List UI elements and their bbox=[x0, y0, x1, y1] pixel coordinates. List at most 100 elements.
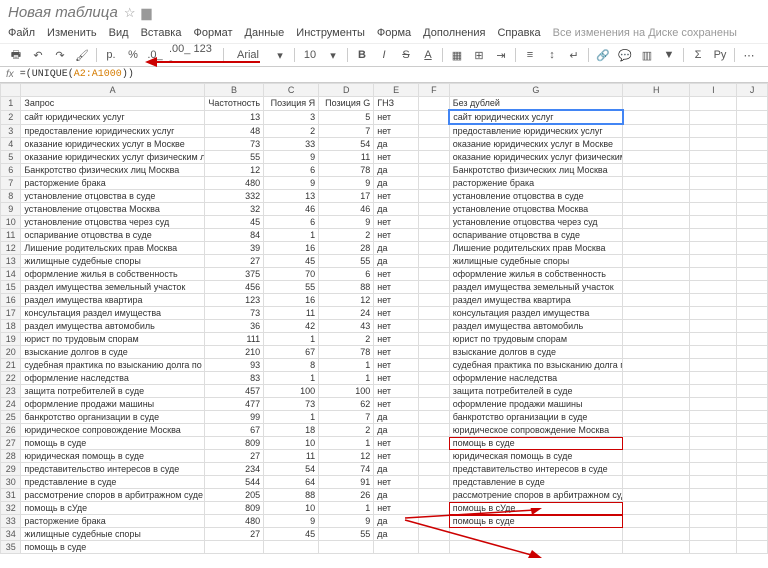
cell[interactable]: 10 bbox=[264, 502, 319, 515]
cell[interactable]: раздел имущества земельный участок bbox=[449, 281, 622, 294]
cell[interactable]: жилищные судебные споры bbox=[449, 255, 622, 268]
cell[interactable]: раздел имущества квартира bbox=[21, 294, 205, 307]
cell[interactable]: 55 bbox=[204, 151, 263, 164]
cell[interactable]: 67 bbox=[264, 346, 319, 359]
cell[interactable] bbox=[419, 502, 450, 515]
cell[interactable] bbox=[419, 138, 450, 151]
row-header[interactable]: 30 bbox=[1, 476, 21, 489]
cell[interactable] bbox=[419, 177, 450, 190]
cell[interactable]: Позиция Я bbox=[264, 97, 319, 111]
cell[interactable]: оформление жилья в собственность bbox=[21, 268, 205, 281]
cell[interactable] bbox=[623, 294, 690, 307]
cell[interactable]: 1 bbox=[264, 229, 319, 242]
cell[interactable] bbox=[419, 242, 450, 255]
cell[interactable] bbox=[419, 255, 450, 268]
cell[interactable]: да bbox=[374, 255, 419, 268]
cell[interactable]: установление отцовства в суде bbox=[21, 190, 205, 203]
col-I[interactable]: I bbox=[690, 84, 737, 97]
cell[interactable]: 9 bbox=[319, 177, 374, 190]
cell[interactable]: 93 bbox=[204, 359, 263, 372]
cell[interactable] bbox=[623, 489, 690, 502]
redo-icon[interactable]: ↷ bbox=[52, 47, 68, 63]
cell[interactable]: консультация раздел имущества bbox=[21, 307, 205, 320]
fill-color-icon[interactable]: ▦ bbox=[449, 47, 465, 63]
menu-edit[interactable]: Изменить bbox=[47, 27, 97, 39]
col-E[interactable]: E bbox=[374, 84, 419, 97]
cell[interactable]: 70 bbox=[264, 268, 319, 281]
cell[interactable] bbox=[623, 541, 690, 554]
row-header[interactable]: 18 bbox=[1, 320, 21, 333]
cell[interactable]: нет bbox=[374, 372, 419, 385]
cell[interactable]: 73 bbox=[204, 138, 263, 151]
cell[interactable]: 12 bbox=[319, 450, 374, 463]
print-icon[interactable]: 🖶 bbox=[8, 47, 24, 63]
cell[interactable]: 1 bbox=[264, 333, 319, 346]
cell[interactable] bbox=[623, 110, 690, 124]
cell[interactable]: 91 bbox=[319, 476, 374, 489]
cell[interactable]: 2 bbox=[319, 424, 374, 437]
percent-button[interactable]: % bbox=[125, 47, 141, 63]
cell[interactable]: 88 bbox=[264, 489, 319, 502]
cell[interactable] bbox=[623, 333, 690, 346]
cell[interactable]: помощь в сУде bbox=[449, 502, 622, 515]
cell[interactable]: да bbox=[374, 424, 419, 437]
row-header[interactable]: 23 bbox=[1, 385, 21, 398]
cell[interactable] bbox=[419, 97, 450, 111]
cell[interactable] bbox=[623, 203, 690, 216]
cell[interactable]: 1 bbox=[319, 502, 374, 515]
cell[interactable] bbox=[419, 203, 450, 216]
cell[interactable] bbox=[623, 242, 690, 255]
cell[interactable]: судебная практика по взысканию долга по … bbox=[449, 359, 622, 372]
cell[interactable]: нет bbox=[374, 450, 419, 463]
cell[interactable] bbox=[419, 528, 450, 541]
halign-icon[interactable]: ≡ bbox=[522, 47, 538, 63]
cell[interactable]: оформление продажи машины bbox=[449, 398, 622, 411]
menu-form[interactable]: Форма bbox=[377, 27, 411, 39]
cell[interactable]: 544 bbox=[204, 476, 263, 489]
valign-icon[interactable]: ↕ bbox=[544, 47, 560, 63]
cell[interactable] bbox=[419, 359, 450, 372]
cell[interactable] bbox=[419, 294, 450, 307]
cell[interactable]: оспаривание отцовства в суде bbox=[449, 229, 622, 242]
cell[interactable]: нет bbox=[374, 229, 419, 242]
cell[interactable]: Запрос bbox=[21, 97, 205, 111]
row-header[interactable]: 10 bbox=[1, 216, 21, 229]
cell[interactable]: 9 bbox=[264, 515, 319, 528]
cell[interactable] bbox=[419, 151, 450, 164]
col-G[interactable]: G bbox=[449, 84, 622, 97]
cell[interactable] bbox=[623, 124, 690, 138]
menu-help[interactable]: Справка bbox=[497, 27, 540, 39]
cell[interactable]: нет bbox=[374, 320, 419, 333]
row-header[interactable]: 1 bbox=[1, 97, 21, 111]
folder-icon[interactable]: ▆ bbox=[142, 5, 152, 21]
cell[interactable]: 24 bbox=[319, 307, 374, 320]
row-header[interactable]: 29 bbox=[1, 463, 21, 476]
cell[interactable] bbox=[419, 190, 450, 203]
formula-input[interactable]: =(UNIQUE(A2:A1000)) bbox=[20, 69, 762, 80]
cell[interactable]: нет bbox=[374, 307, 419, 320]
cell[interactable]: 234 bbox=[204, 463, 263, 476]
wrap-icon[interactable]: ↵ bbox=[566, 47, 582, 63]
cell[interactable]: 36 bbox=[204, 320, 263, 333]
cell[interactable]: 27 bbox=[204, 255, 263, 268]
cell[interactable]: 457 bbox=[204, 385, 263, 398]
cell[interactable]: 11 bbox=[264, 307, 319, 320]
cell[interactable] bbox=[419, 333, 450, 346]
row-header[interactable]: 14 bbox=[1, 268, 21, 281]
chart-icon[interactable]: ▥ bbox=[639, 47, 655, 63]
cell[interactable]: 9 bbox=[264, 151, 319, 164]
cell[interactable] bbox=[419, 489, 450, 502]
cell[interactable]: 54 bbox=[319, 138, 374, 151]
cell[interactable]: расторжение брака bbox=[449, 177, 622, 190]
cell[interactable]: 43 bbox=[319, 320, 374, 333]
cell[interactable]: оформление жилья в собственность bbox=[449, 268, 622, 281]
star-icon[interactable]: ☆ bbox=[124, 5, 136, 21]
cell[interactable]: 375 bbox=[204, 268, 263, 281]
col-J[interactable]: J bbox=[737, 84, 768, 97]
cell[interactable]: Позиция G bbox=[319, 97, 374, 111]
cell[interactable] bbox=[623, 320, 690, 333]
cell[interactable]: 84 bbox=[204, 229, 263, 242]
cell[interactable] bbox=[419, 110, 450, 124]
cell[interactable] bbox=[623, 268, 690, 281]
cell[interactable]: рассмотрение споров в арбитражном суде М… bbox=[21, 489, 205, 502]
